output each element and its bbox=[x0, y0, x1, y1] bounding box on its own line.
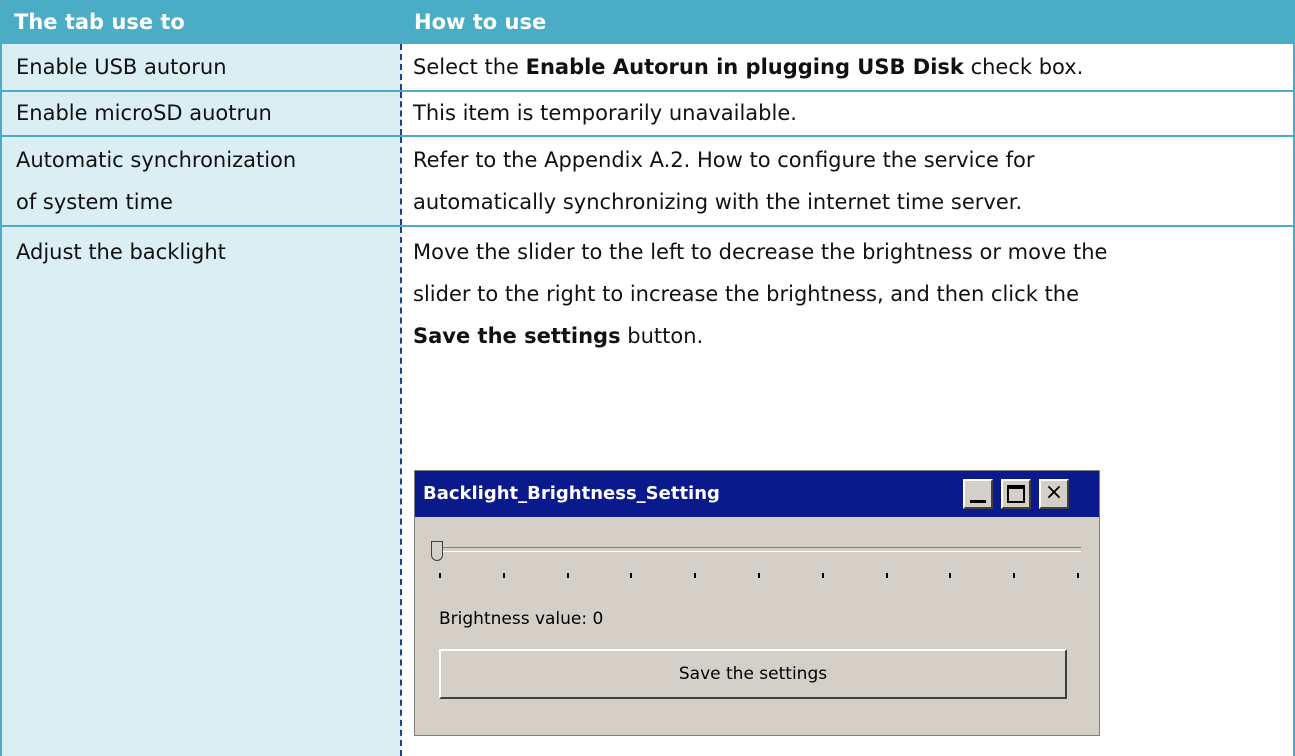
row-label-cell: Adjust the backlight bbox=[0, 227, 401, 756]
header-col-how: How to use bbox=[414, 10, 547, 34]
row-label-line: of system time bbox=[16, 190, 173, 214]
row-description-line: slider to the right to increase the brig… bbox=[413, 282, 1079, 306]
slider-tick bbox=[630, 573, 633, 578]
column-divider bbox=[400, 44, 402, 90]
column-divider bbox=[400, 227, 402, 756]
row-description: This item is temporarily unavailable. bbox=[413, 101, 797, 125]
brightness-slider-thumb[interactable] bbox=[431, 541, 443, 561]
slider-tick bbox=[566, 573, 569, 578]
row-description: Select the Enable Autorun in plugging US… bbox=[413, 55, 1084, 79]
slider-tick bbox=[758, 573, 760, 578]
row-desc-cell: This item is temporarily unavailable. bbox=[401, 92, 1295, 135]
row-description-line: Move the slider to the left to decrease … bbox=[413, 240, 1108, 264]
table-header-row: The tab use to How to use bbox=[0, 0, 1295, 44]
row-description-line: Save the settings button. bbox=[413, 324, 704, 348]
slider-tick bbox=[1013, 573, 1016, 578]
slider-tick bbox=[439, 573, 441, 578]
header-col-tab: The tab use to bbox=[14, 10, 185, 34]
table-row: Enable USB autorun Select the Enable Aut… bbox=[0, 44, 1295, 90]
column-divider bbox=[400, 137, 402, 225]
row-label-cell: Enable USB autorun bbox=[0, 44, 401, 90]
maximize-icon[interactable] bbox=[1001, 479, 1031, 509]
backlight-dialog: Backlight_Brightness_Setting × Brightnes… bbox=[414, 470, 1100, 736]
row-label-cell: Automatic synchronization of system time bbox=[0, 137, 401, 225]
minimize-icon[interactable] bbox=[963, 479, 993, 509]
slider-tick bbox=[821, 573, 824, 578]
slider-tick bbox=[885, 573, 888, 578]
bold-button-name: Save the settings bbox=[413, 324, 621, 348]
table-row: Automatic synchronization of system time… bbox=[0, 137, 1295, 225]
dialog-title: Backlight_Brightness_Setting bbox=[423, 483, 720, 504]
row-label: Enable microSD auotrun bbox=[16, 101, 272, 125]
table-row: Enable microSD auotrun This item is temp… bbox=[0, 92, 1295, 135]
slider-tick bbox=[694, 573, 697, 578]
settings-table: The tab use to How to use Enable USB aut… bbox=[0, 0, 1295, 756]
slider-tick bbox=[949, 573, 952, 578]
row-label-line: Automatic synchronization bbox=[16, 148, 297, 172]
row-label-cell: Enable microSD auotrun bbox=[0, 92, 401, 135]
dialog-titlebar[interactable]: Backlight_Brightness_Setting × bbox=[415, 471, 1099, 517]
row-desc-cell: Refer to the Appendix A.2. How to config… bbox=[401, 137, 1295, 225]
slider-tick bbox=[502, 573, 505, 578]
row-label: Enable USB autorun bbox=[16, 55, 227, 79]
column-divider bbox=[400, 92, 402, 135]
row-description-line: Refer to the Appendix A.2. How to config… bbox=[413, 148, 1035, 172]
save-settings-button[interactable]: Save the settings bbox=[439, 649, 1067, 699]
row-label: Adjust the backlight bbox=[16, 240, 226, 264]
bold-option-name: Enable Autorun in plugging USB Disk bbox=[525, 55, 964, 79]
slider-tick bbox=[1077, 573, 1079, 578]
brightness-slider-track[interactable] bbox=[437, 547, 1081, 552]
brightness-value-label: Brightness value: 0 bbox=[439, 609, 604, 629]
row-desc-cell: Select the Enable Autorun in plugging US… bbox=[401, 44, 1295, 90]
row-description-line: automatically synchronizing with the int… bbox=[413, 190, 1023, 214]
close-icon[interactable]: × bbox=[1039, 479, 1069, 509]
